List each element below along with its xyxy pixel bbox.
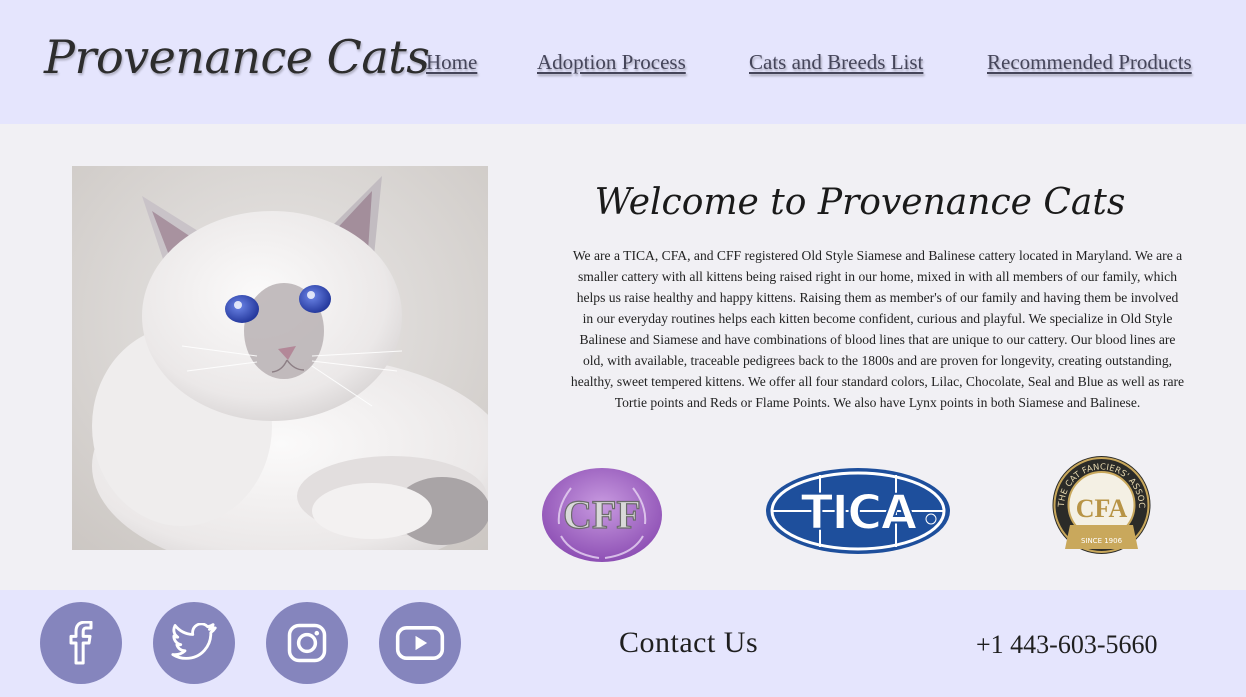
main-nav: Home Adoption Process Cats and Breeds Li… [0,50,1246,80]
facebook-link[interactable] [40,602,122,684]
nav-cats-breeds-link[interactable]: Cats and Breeds List [749,50,923,75]
twitter-link[interactable] [153,602,235,684]
instagram-icon [287,623,327,663]
youtube-link[interactable] [379,602,461,684]
phone-number[interactable]: +1 443-603-5660 [976,630,1157,660]
nav-recommended-products-link[interactable]: Recommended Products [987,50,1192,75]
twitter-icon [171,623,217,660]
tica-text: TICA [801,485,918,541]
contact-us-label[interactable]: Contact Us [619,626,758,660]
facebook-icon [69,621,93,665]
cfa-logo: THE CAT FANCIERS' ASSOCIATION CFA SINCE … [1046,448,1153,558]
cff-logo: CFF [541,466,663,564]
welcome-title: Welcome to Provenance Cats [594,182,1126,223]
nav-adoption-process-link[interactable]: Adoption Process [537,50,686,75]
nav-home-link[interactable]: Home [426,50,477,75]
cfa-since-text: SINCE 1906 [1081,537,1123,545]
cff-text: CFF [563,492,641,537]
cfa-monogram: CFA [1076,494,1128,523]
site-footer: Contact Us +1 443-603-5660 [0,590,1246,697]
site-header: Provenance Cats Home Adoption Process Ca… [0,0,1246,124]
youtube-icon [395,626,445,660]
tica-logo: TICA [765,467,951,555]
intro-paragraph: We are a TICA, CFA, and CFF registered O… [570,248,1185,410]
kitten-photo [72,166,488,550]
instagram-link[interactable] [266,602,348,684]
